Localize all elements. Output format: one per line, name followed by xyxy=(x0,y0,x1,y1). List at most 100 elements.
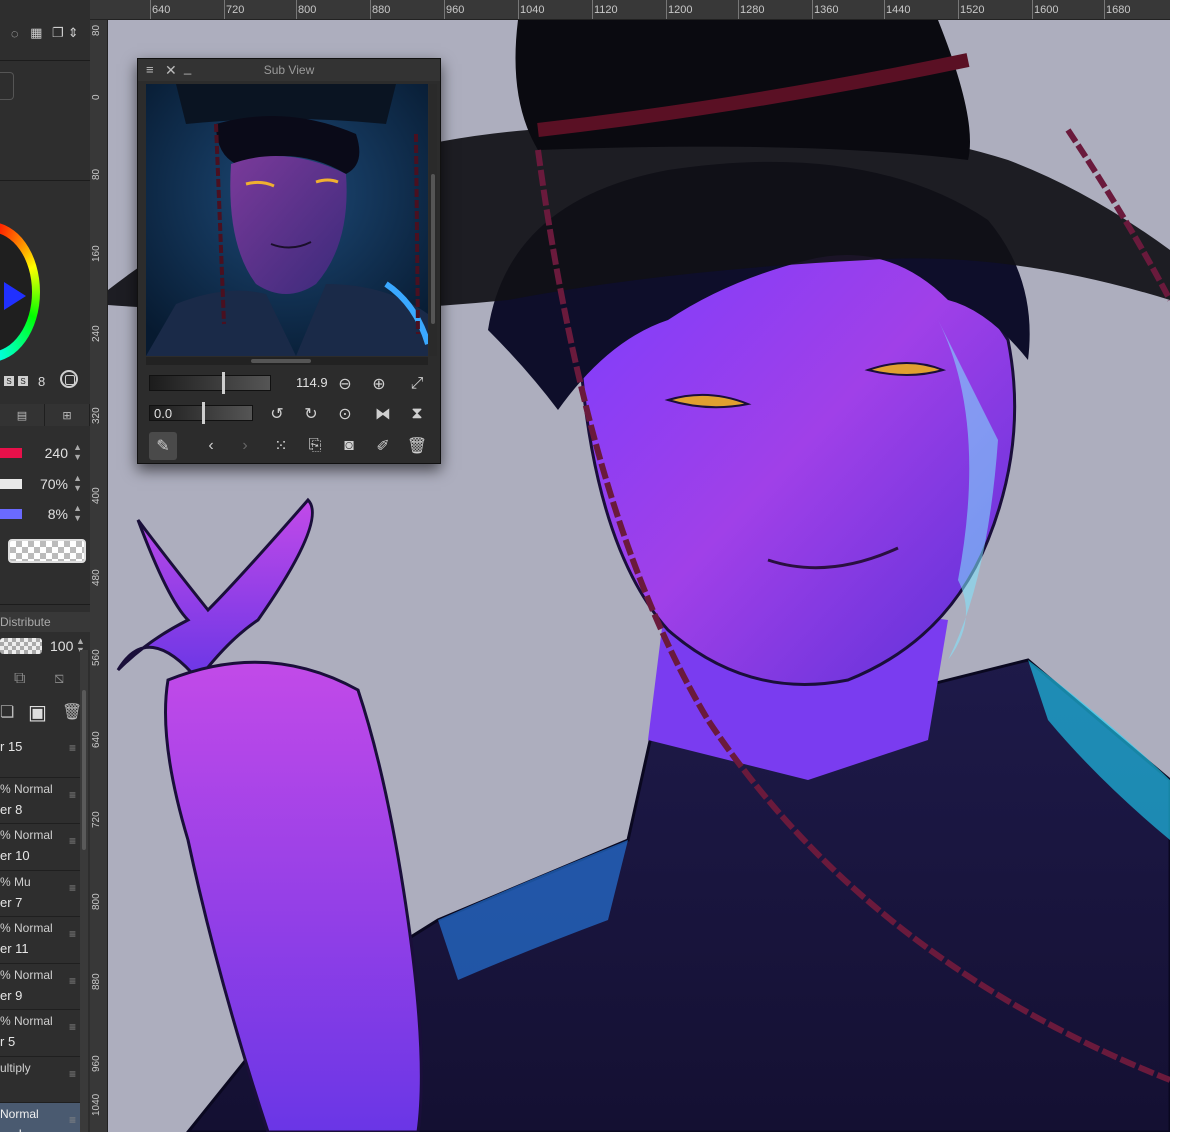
layer-tool-row: ⧉ ⧅ xyxy=(0,668,90,694)
chevron-updown-icon[interactable]: ⇕ xyxy=(67,22,81,44)
ruler-label-h: 720 xyxy=(226,4,245,16)
camera-icon[interactable]: ◙ xyxy=(338,435,360,457)
layer-row[interactable]: % Normal er 10 ≡ xyxy=(0,824,80,871)
flip-horizontal-icon[interactable]: ⧓ xyxy=(372,403,394,425)
layer-menu-icon[interactable]: ≡ xyxy=(69,834,76,848)
layer-row[interactable]: % Normal er 11 ≡ xyxy=(0,917,80,964)
zoom-out-icon[interactable]: ⊖ xyxy=(334,373,356,395)
reference-image[interactable] xyxy=(146,84,428,356)
layer-name: er 10 xyxy=(0,848,30,863)
rotation-slider[interactable]: 0.0 xyxy=(149,402,253,424)
layer-menu-icon[interactable]: ≡ xyxy=(69,927,76,941)
sub-view-title: Sub View xyxy=(263,63,315,77)
zoom-slider-knob[interactable] xyxy=(222,372,225,394)
ruler-tick xyxy=(150,0,151,19)
ruler-label-v: 560 xyxy=(91,649,102,666)
layer-name: er 11 xyxy=(0,941,29,956)
import-icon[interactable]: ⎘ xyxy=(304,435,326,457)
color-wheel[interactable] xyxy=(0,222,40,362)
zoom-value[interactable]: 114.9 xyxy=(296,375,328,390)
layer-menu-icon[interactable]: ≡ xyxy=(69,881,76,895)
color-options-row: S S 8 xyxy=(0,370,90,392)
eyedropper-icon[interactable]: ✎ xyxy=(149,432,177,460)
spin-icon[interactable]: ▲▼ xyxy=(73,442,82,462)
hue-bar[interactable] xyxy=(0,448,22,458)
sub-view-titlebar[interactable]: ≡ ✕ _ Sub View xyxy=(138,59,440,81)
rotation-slider-knob[interactable] xyxy=(202,402,205,424)
saturation-slider-row[interactable]: 70% ▲ ▼ xyxy=(0,473,90,495)
layer-name: er 8 xyxy=(0,801,23,817)
property-dropdown[interactable] xyxy=(0,72,14,100)
tab-color-set[interactable]: ⊞ xyxy=(45,404,90,426)
layer-row[interactable]: Normal und ≡ xyxy=(0,1103,80,1132)
zoom-in-icon[interactable]: ⊕ xyxy=(368,373,390,395)
tool-property-row: ◌ ▦ ❐ ⇕ xyxy=(0,18,80,48)
brightness-bar[interactable] xyxy=(0,509,22,519)
draft-layer-icon[interactable]: ⧅ xyxy=(54,670,64,688)
copy-layer-icon[interactable]: ❐ xyxy=(51,22,65,44)
hue-pointer-icon[interactable] xyxy=(4,282,26,310)
ruler-label-h: 1040 xyxy=(520,4,545,16)
rotate-right-icon[interactable]: ↻ xyxy=(300,403,322,425)
layer-row[interactable]: % Normal er 8 ≡ xyxy=(0,778,80,824)
reference-image-art xyxy=(146,84,428,356)
layer-menu-icon[interactable]: ≡ xyxy=(69,974,76,988)
brightness-slider-row[interactable]: 8% ▲ ▼ xyxy=(0,503,90,525)
distribute-label: Distribute xyxy=(0,615,51,629)
texture-icon[interactable]: ▦ xyxy=(30,22,44,44)
zoom-slider[interactable] xyxy=(149,372,271,394)
layer-menu-icon[interactable]: ≡ xyxy=(69,788,76,802)
layer-menu-icon[interactable]: ≡ xyxy=(69,741,76,755)
chevron-left-icon[interactable]: ‹ xyxy=(200,435,222,457)
hue-slider-row[interactable]: 240 ▲ ▼ xyxy=(0,442,90,464)
ruler-label-v: 400 xyxy=(91,487,102,504)
rotation-value[interactable]: 0.0 xyxy=(154,406,172,421)
sub-view-vertical-scrollbar[interactable] xyxy=(429,84,437,356)
reset-rotation-icon[interactable]: ⊙ xyxy=(334,403,356,425)
layer-mask-icon[interactable]: ▣ xyxy=(28,700,47,725)
layer-row[interactable]: % Mu er 7 ≡ xyxy=(0,871,80,917)
grid-icon[interactable]: ⁙ xyxy=(270,435,292,457)
layer-menu-icon[interactable]: ≡ xyxy=(69,1020,76,1034)
ruler-label-h: 800 xyxy=(298,4,317,16)
fit-window-icon[interactable]: ⤢ xyxy=(406,373,428,395)
saturation-bar[interactable] xyxy=(0,479,22,489)
chevron-right-icon[interactable]: › xyxy=(234,435,256,457)
edit-icon[interactable]: ✐ xyxy=(372,435,394,457)
layer-menu-icon[interactable]: ≡ xyxy=(69,1067,76,1081)
new-layer-icon[interactable]: ❏ xyxy=(0,702,14,722)
foreground-swatch-icon[interactable]: S xyxy=(4,376,14,386)
distribute-tab[interactable]: Distribute xyxy=(0,612,90,632)
ruler-vertical: 80 0 80 160 240 320 400 480 560 640 720 800 880 960 10… xyxy=(90,20,108,1132)
spin-icon[interactable]: ▲▼ xyxy=(73,473,82,493)
layer-name: r 15 xyxy=(0,739,23,754)
tab-color-slider[interactable]: ▤ xyxy=(0,404,45,426)
ruler-label-h: 640 xyxy=(152,4,171,16)
transparent-color-swatch[interactable] xyxy=(8,539,86,563)
color-history-icon[interactable] xyxy=(60,370,78,388)
brush-size-small: 8 xyxy=(38,373,46,389)
layer-row[interactable]: ultiply ≡ xyxy=(0,1057,80,1103)
saturation-value: 70% xyxy=(39,476,68,492)
sub-view-horizontal-scrollbar[interactable] xyxy=(146,357,428,365)
layer-row[interactable]: r 15 ≡ xyxy=(0,731,80,778)
ruler-label-h: 1520 xyxy=(960,4,985,16)
rotate-left-icon[interactable]: ↺ xyxy=(266,403,288,425)
ruler-label-v: 240 xyxy=(91,325,102,342)
brush-shape-icon[interactable]: ◌ xyxy=(8,22,22,44)
layer-opacity-slider[interactable] xyxy=(0,638,42,654)
sub-view-window[interactable]: ≡ ✕ _ Sub View 114.9 ⊖ ⊕ ⤢ 0.0 ↺ ↻ ⊙ ⧓ ⧗… xyxy=(137,58,441,464)
ruler-label-v: 640 xyxy=(91,731,102,748)
layer-name: und xyxy=(0,1127,22,1132)
layer-row[interactable]: % Normal r 5 ≡ xyxy=(0,1010,80,1057)
layer-scrollbar[interactable] xyxy=(80,650,88,1132)
trash-icon[interactable]: 🗑 xyxy=(406,435,428,457)
flip-vertical-icon[interactable]: ⧗ xyxy=(406,403,428,425)
layer-menu-icon[interactable]: ≡ xyxy=(69,1113,76,1127)
background-swatch-icon[interactable]: S xyxy=(18,376,28,386)
ruler-label-h: 1680 xyxy=(1106,4,1131,16)
layer-row[interactable]: % Normal er 9 ≡ xyxy=(0,964,80,1010)
spin-icon[interactable]: ▲▼ xyxy=(73,503,82,523)
ref-layer-icon[interactable]: ⧉ xyxy=(14,670,25,688)
left-panel: ◌ ▦ ❐ ⇕ S S 8 ▤ ⊞ 240 ▲ ▼ 70% ▲ ▼ 8% ▲ ▼ Di… xyxy=(0,0,90,1132)
